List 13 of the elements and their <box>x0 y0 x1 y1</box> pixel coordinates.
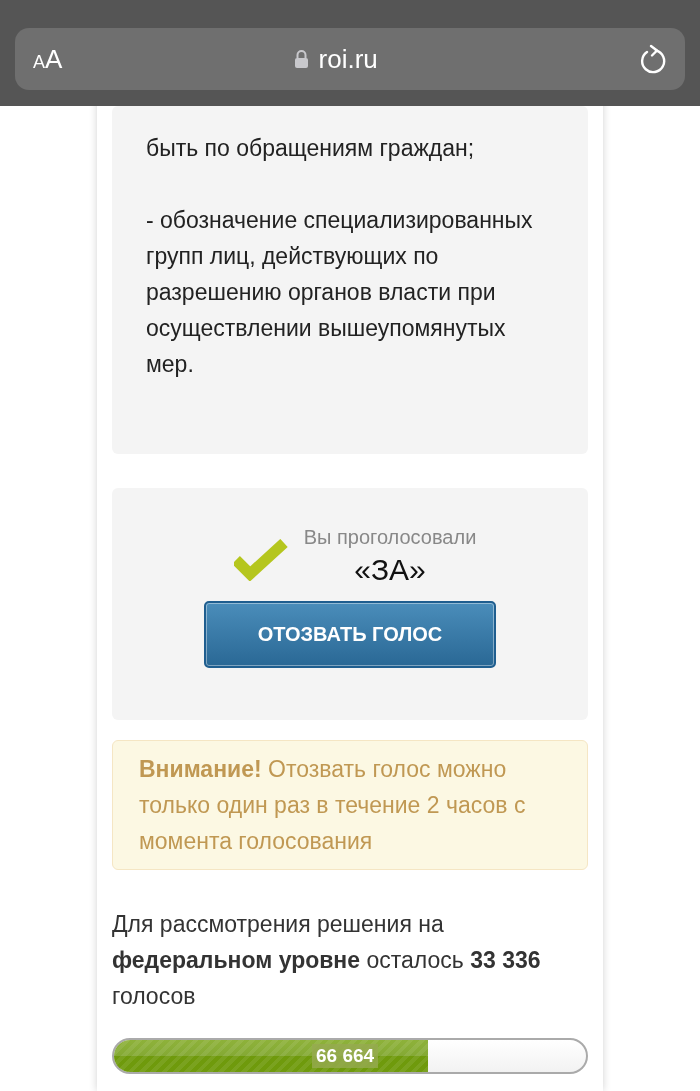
text-size-button[interactable]: AA <box>33 43 63 75</box>
reload-icon[interactable] <box>639 44 667 74</box>
warning-message: Внимание! Отозвать голос можно только один раз в течение 2 часов с момента голосования <box>112 740 588 870</box>
vote-count: 66 664 <box>312 1044 379 1068</box>
lock-icon <box>293 49 309 69</box>
vote-choice: «ЗА» <box>354 553 426 587</box>
url-text: roi.ru <box>318 43 378 75</box>
voted-caption: Вы проголосовали <box>303 526 477 549</box>
address-bar[interactable]: AA roi.ru <box>15 28 685 90</box>
remaining-votes-text: Для рассмотрения решения на федеральном уровне осталось 33 336 голосов <box>112 910 542 1011</box>
article-paragraph: - обозначение специализированных групп лиц, действующих по разрешению органов власти при осуществлении вышеупомянутых мер. <box>146 206 534 379</box>
revoke-vote-button[interactable]: ОТОЗВАТЬ ГОЛОС <box>204 601 496 668</box>
article-paragraph: быть по обращениям граждан; <box>146 134 476 163</box>
